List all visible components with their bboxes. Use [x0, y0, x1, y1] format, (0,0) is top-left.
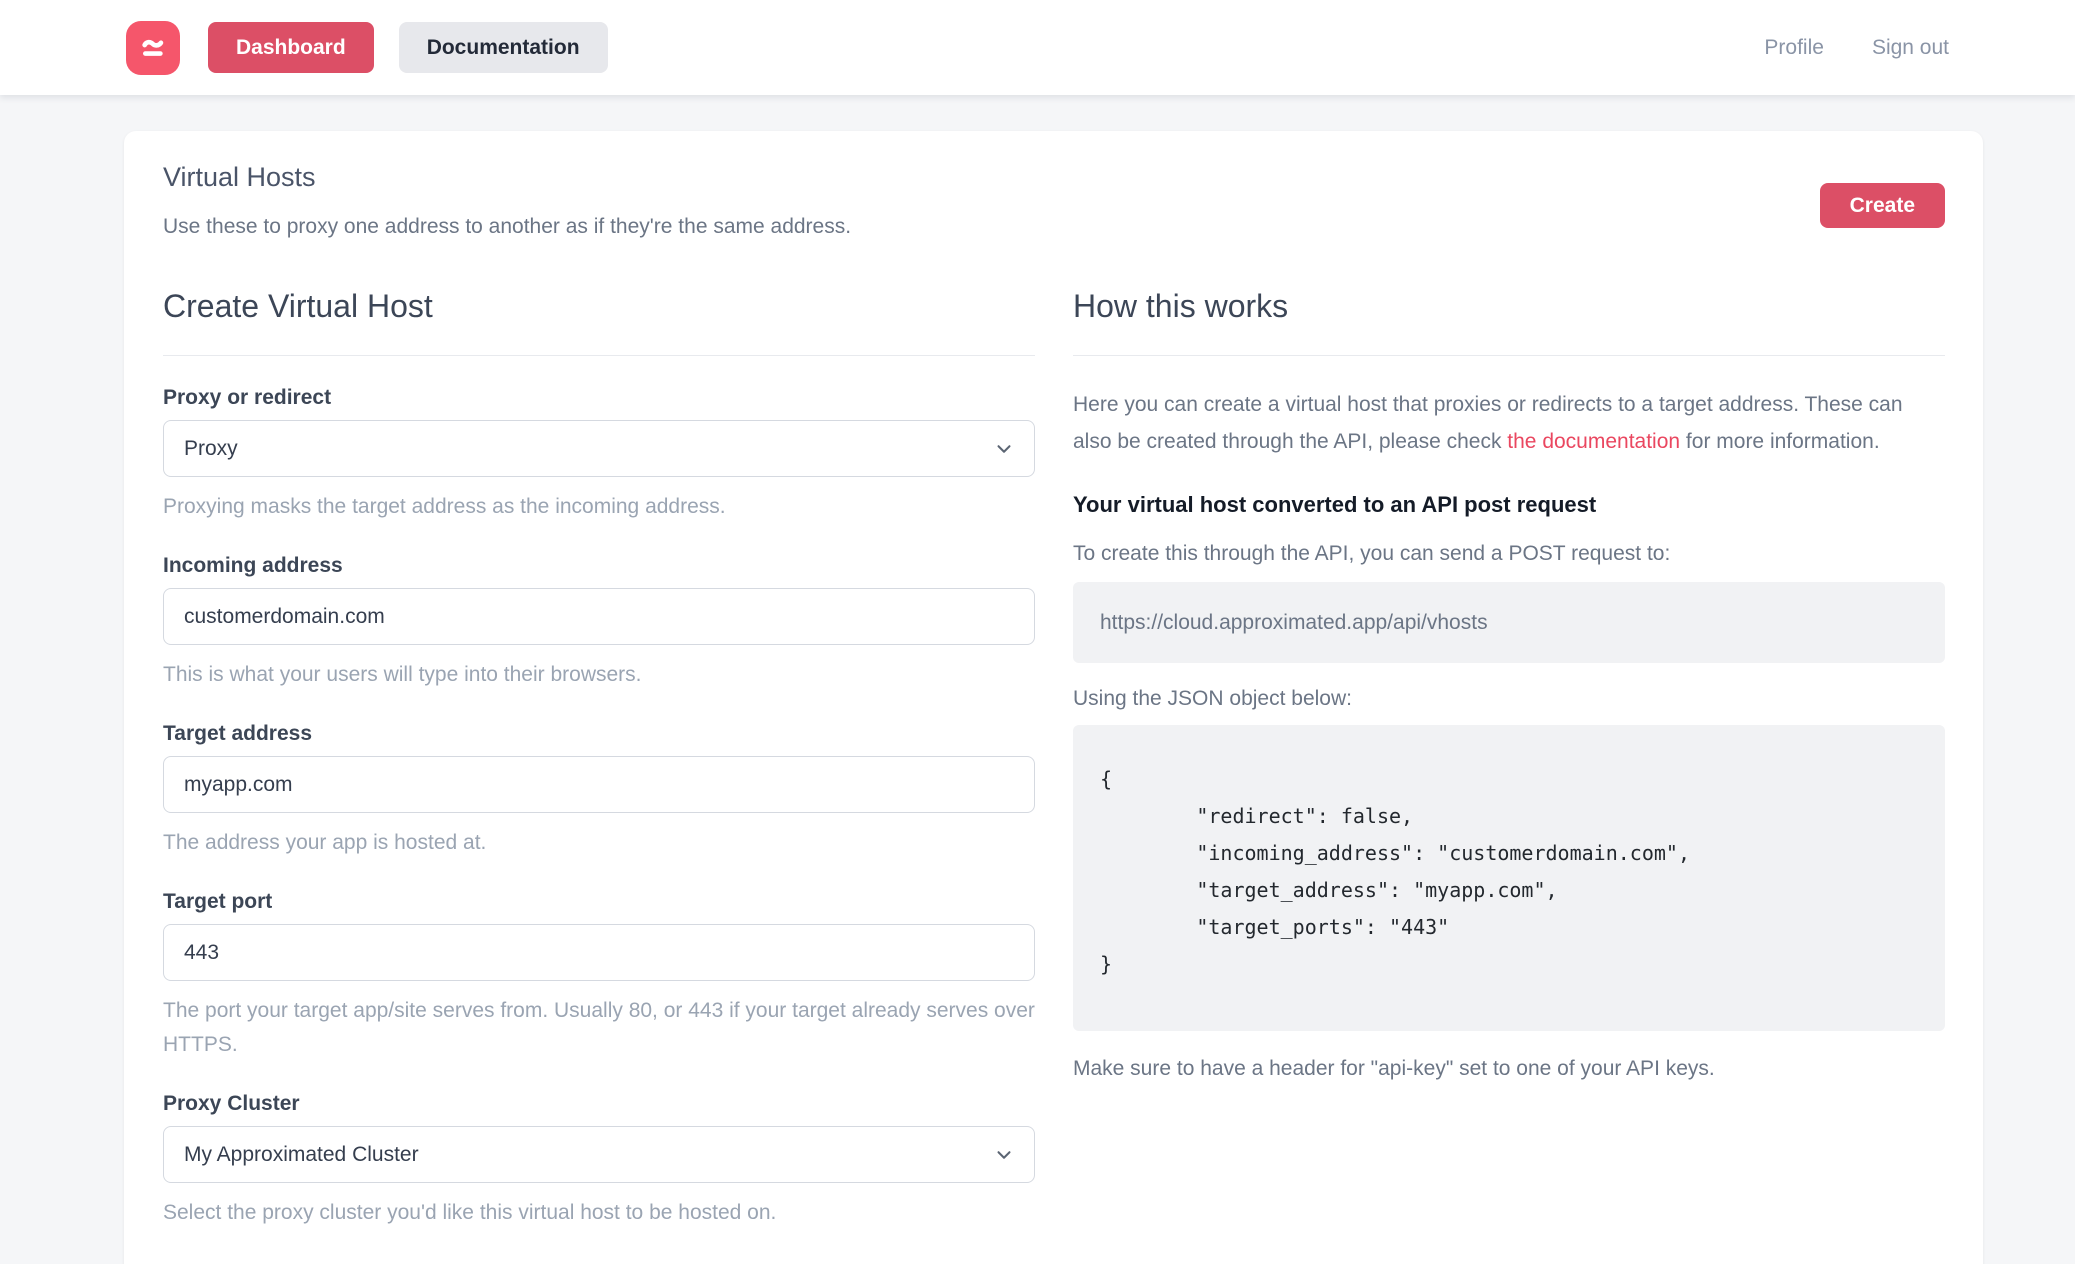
proxy-or-redirect-group: Proxy or redirect Proxy Proxying masks t…: [163, 386, 1035, 524]
virtual-hosts-card: Virtual Hosts Use these to proxy one add…: [124, 131, 1983, 1264]
api-url-text: https://cloud.approximated.app/api/vhost…: [1100, 611, 1488, 635]
how-this-works-intro: Here you can create a virtual host that …: [1073, 386, 1945, 460]
incoming-address-helper: This is what your users will type into t…: [163, 658, 1035, 692]
approx-equal-icon: [136, 31, 170, 65]
how-this-works-divider: [1073, 355, 1945, 356]
target-address-group: Target address The address your app is h…: [163, 722, 1035, 860]
nav-documentation-button[interactable]: Documentation: [399, 22, 608, 73]
proxy-cluster-helper: Select the proxy cluster you'd like this…: [163, 1196, 1035, 1230]
how-this-works-heading: How this works: [1073, 285, 1945, 327]
create-virtual-host-section: Create Virtual Host Proxy or redirect Pr…: [163, 285, 1035, 1264]
intro-text-after-link: for more information.: [1680, 430, 1880, 453]
json-code-text: { "redirect": false, "incoming_address":…: [1100, 761, 1918, 983]
incoming-address-label: Incoming address: [163, 554, 1035, 578]
incoming-address-group: Incoming address This is what your users…: [163, 554, 1035, 692]
incoming-address-input[interactable]: [163, 588, 1035, 645]
target-port-helper: The port your target app/site serves fro…: [163, 994, 1035, 1062]
target-port-control: [163, 924, 1035, 981]
api-request-heading: Your virtual host converted to an API po…: [1073, 492, 1945, 518]
nav-dashboard-button[interactable]: Dashboard: [208, 22, 374, 73]
documentation-link[interactable]: the documentation: [1507, 430, 1680, 453]
proxy-or-redirect-label: Proxy or redirect: [163, 386, 1035, 410]
post-request-instruction: To create this through the API, you can …: [1073, 542, 1945, 566]
form-heading-divider: [163, 355, 1035, 356]
api-url-box: https://cloud.approximated.app/api/vhost…: [1073, 582, 1945, 663]
proxy-or-redirect-control: Proxy: [163, 420, 1035, 477]
proxy-cluster-select[interactable]: My Approximated Cluster: [163, 1126, 1035, 1183]
proxy-cluster-group: Proxy Cluster My Approximated Cluster Se…: [163, 1092, 1035, 1230]
content-columns: Create Virtual Host Proxy or redirect Pr…: [163, 285, 1945, 1264]
top-navbar: Dashboard Documentation Profile Sign out: [0, 0, 2075, 95]
json-code-box: { "redirect": false, "incoming_address":…: [1073, 725, 1945, 1031]
proxy-cluster-control: My Approximated Cluster: [163, 1126, 1035, 1183]
nav-signout-link[interactable]: Sign out: [1872, 36, 1949, 60]
page-subtitle: Use these to proxy one address to anothe…: [163, 215, 1820, 239]
target-address-helper: The address your app is hosted at.: [163, 826, 1035, 860]
proxy-or-redirect-helper: Proxying masks the target address as the…: [163, 490, 1035, 524]
create-button[interactable]: Create: [1820, 183, 1945, 228]
app-logo[interactable]: [126, 21, 180, 75]
target-port-input[interactable]: [163, 924, 1035, 981]
incoming-address-control: [163, 588, 1035, 645]
json-intro-text: Using the JSON object below:: [1073, 687, 1945, 711]
card-header: Virtual Hosts Use these to proxy one add…: [163, 159, 1945, 239]
how-this-works-section: How this works Here you can create a vir…: [1073, 285, 1945, 1264]
target-address-control: [163, 756, 1035, 813]
form-heading: Create Virtual Host: [163, 285, 1035, 327]
target-port-group: Target port The port your target app/sit…: [163, 890, 1035, 1062]
target-address-input[interactable]: [163, 756, 1035, 813]
api-key-note: Make sure to have a header for "api-key"…: [1073, 1057, 1945, 1081]
target-address-label: Target address: [163, 722, 1035, 746]
proxy-cluster-label: Proxy Cluster: [163, 1092, 1035, 1116]
nav-profile-link[interactable]: Profile: [1764, 36, 1824, 60]
proxy-or-redirect-select[interactable]: Proxy: [163, 420, 1035, 477]
page-title: Virtual Hosts: [163, 159, 1820, 195]
target-port-label: Target port: [163, 890, 1035, 914]
card-header-text: Virtual Hosts Use these to proxy one add…: [163, 159, 1820, 239]
